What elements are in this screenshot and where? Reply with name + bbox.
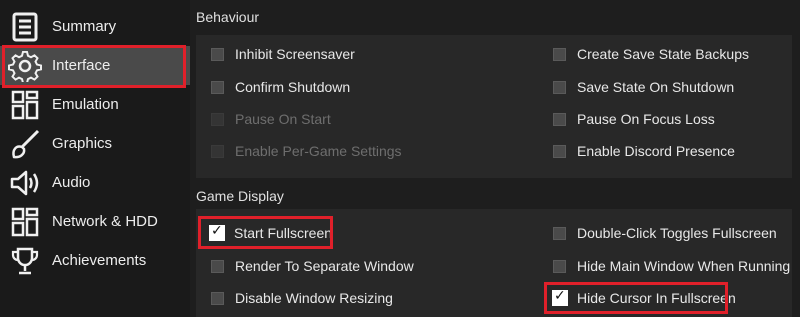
game-display-section-title: Game Display <box>196 188 284 204</box>
checkbox-label: Hide Main Window When Running <box>577 258 791 274</box>
sidebar-item-interface[interactable]: Interface <box>0 46 190 85</box>
sidebar-item-achievements[interactable]: Achievements <box>0 241 190 280</box>
sidebar-item-label: Achievements <box>52 252 147 269</box>
save-state-on-shutdown-checkbox[interactable]: Save State On Shutdown <box>553 76 734 98</box>
settings-main: Behaviour Inhibit Screensaver Confirm Sh… <box>190 0 800 317</box>
checkbox-label: Start Fullscreen <box>234 225 333 241</box>
sidebar-item-network[interactable]: Network & HDD <box>0 202 190 241</box>
sidebar-item-label: Emulation <box>52 96 119 113</box>
summary-icon <box>12 12 38 42</box>
disable-window-resizing-checkbox[interactable]: Disable Window Resizing <box>211 287 393 309</box>
checkbox-box[interactable] <box>211 80 224 94</box>
checkbox-box[interactable] <box>553 112 566 126</box>
checkbox-label: Enable Discord Presence <box>577 143 735 159</box>
checkbox-box[interactable] <box>552 288 568 306</box>
checkbox-box[interactable] <box>211 259 224 273</box>
behaviour-section-title: Behaviour <box>196 9 260 25</box>
checkbox-box[interactable] <box>553 144 566 158</box>
checkbox-label: Inhibit Screensaver <box>235 46 355 62</box>
sidebar-item-graphics[interactable]: Graphics <box>0 124 190 163</box>
enable-per-game-settings-checkbox: Enable Per-Game Settings <box>211 140 402 162</box>
sidebar-item-label: Audio <box>52 174 91 191</box>
checkbox-box[interactable] <box>553 80 566 94</box>
checkbox-label: Double-Click Toggles Fullscreen <box>577 225 777 241</box>
hide-main-window-when-running-checkbox[interactable]: Hide Main Window When Running <box>553 255 790 277</box>
behaviour-panel: Inhibit Screensaver Confirm Shutdown Pau… <box>196 35 792 178</box>
checkbox-label: Disable Window Resizing <box>235 290 393 306</box>
speaker-icon <box>10 170 39 196</box>
checkbox-box[interactable] <box>553 47 566 61</box>
sidebar-item-label: Network & HDD <box>52 213 158 230</box>
start-fullscreen-checkbox[interactable]: Start Fullscreen <box>209 222 332 244</box>
checkbox-label: Pause On Start <box>235 111 331 127</box>
checkbox-box[interactable] <box>553 226 566 240</box>
render-to-separate-window-checkbox[interactable]: Render To Separate Window <box>211 255 414 277</box>
checkbox-label: Save State On Shutdown <box>577 79 735 95</box>
checkbox-box[interactable] <box>553 259 566 273</box>
network-icon <box>11 207 39 237</box>
game-display-panel: Start Fullscreen Render To Separate Wind… <box>196 209 792 317</box>
checkbox-box <box>211 144 224 158</box>
sidebar: Summary Interface Emulation Graphics Aud… <box>0 0 190 317</box>
trophy-icon <box>11 247 39 275</box>
pause-on-focus-loss-checkbox[interactable]: Pause On Focus Loss <box>553 108 715 130</box>
sidebar-item-summary[interactable]: Summary <box>0 7 190 46</box>
checkbox-box[interactable] <box>211 47 224 61</box>
grid-icon <box>11 90 39 120</box>
checkbox-box[interactable] <box>211 291 224 305</box>
sidebar-item-label: Interface <box>52 57 111 74</box>
checkbox-box <box>211 112 224 126</box>
gear-icon <box>8 50 42 82</box>
brush-icon <box>12 129 40 159</box>
checkbox-label: Pause On Focus Loss <box>577 111 715 127</box>
inhibit-screensaver-checkbox[interactable]: Inhibit Screensaver <box>211 43 355 65</box>
double-click-toggles-fullscreen-checkbox[interactable]: Double-Click Toggles Fullscreen <box>553 222 777 244</box>
confirm-shutdown-checkbox[interactable]: Confirm Shutdown <box>211 76 350 98</box>
create-save-state-backups-checkbox[interactable]: Create Save State Backups <box>553 43 749 65</box>
sidebar-item-label: Graphics <box>52 135 113 152</box>
checkbox-label: Confirm Shutdown <box>235 79 351 95</box>
hide-cursor-in-fullscreen-checkbox[interactable]: Hide Cursor In Fullscreen <box>552 287 736 309</box>
sidebar-item-emulation[interactable]: Emulation <box>0 85 190 124</box>
pause-on-start-checkbox: Pause On Start <box>211 108 331 130</box>
checkbox-label: Create Save State Backups <box>577 46 749 62</box>
checkbox-box[interactable] <box>209 223 225 241</box>
checkbox-label: Enable Per-Game Settings <box>235 143 402 159</box>
checkbox-label: Hide Cursor In Fullscreen <box>577 290 736 306</box>
sidebar-item-label: Summary <box>52 18 117 35</box>
sidebar-item-audio[interactable]: Audio <box>0 163 190 202</box>
checkbox-label: Render To Separate Window <box>235 258 414 274</box>
enable-discord-presence-checkbox[interactable]: Enable Discord Presence <box>553 140 735 162</box>
